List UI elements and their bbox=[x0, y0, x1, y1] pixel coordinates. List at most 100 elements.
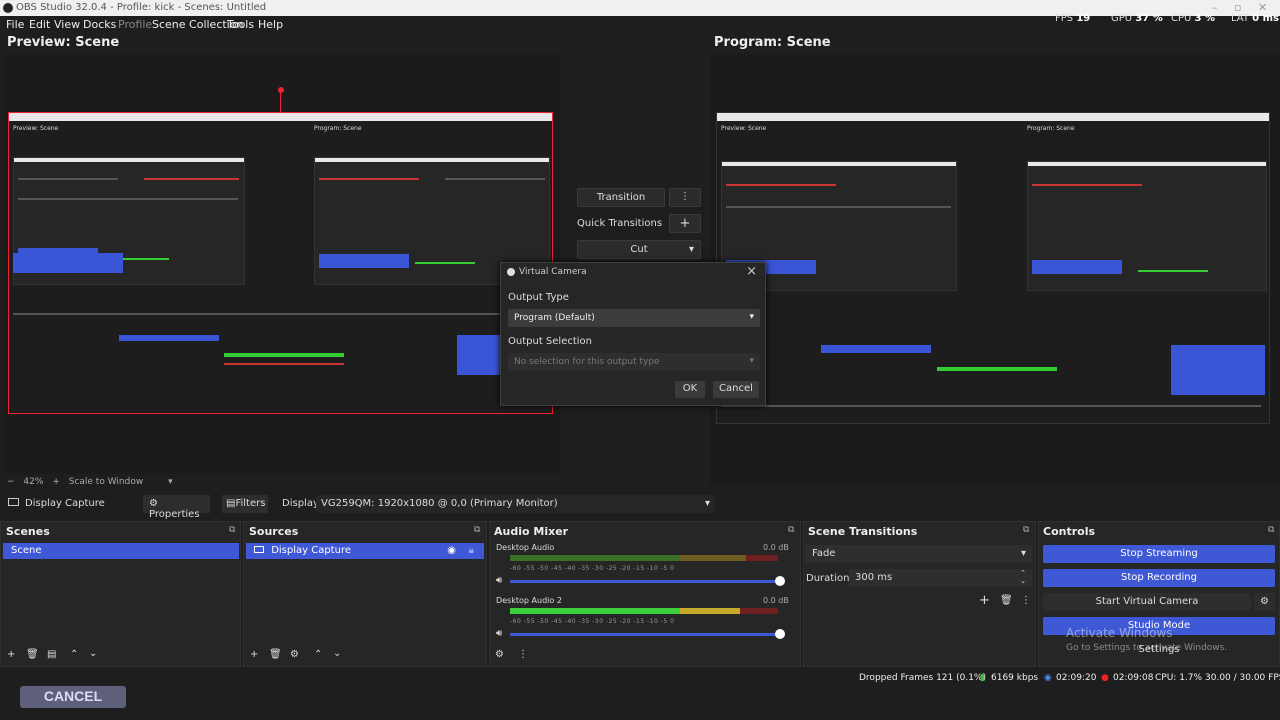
preview-canvas[interactable]: Preview: Scene Program: Scene bbox=[5, 54, 560, 474]
display-select[interactable]: VG259QM: 1920x1080 @ 0,0 (Primary Monito… bbox=[316, 495, 714, 513]
dialog-close-icon[interactable]: × bbox=[746, 264, 757, 279]
scene-transitions-dock: Scene Transitions ⧉ Fade ▾ Duration 300 … bbox=[803, 521, 1036, 667]
overlay-cancel-button[interactable]: CANCEL bbox=[20, 686, 126, 708]
undock-icon[interactable]: ⧉ bbox=[229, 525, 235, 535]
quick-transitions-label: Quick Transitions bbox=[577, 218, 663, 229]
move-up-icon[interactable]: ⌃ bbox=[70, 649, 78, 660]
speaker-icon[interactable]: 🔊︎ bbox=[496, 628, 502, 639]
move-down-icon[interactable]: ⌄ bbox=[333, 648, 341, 659]
output-selection-select[interactable]: No selection for this output type ▾ bbox=[508, 353, 760, 371]
zoom-minus-icon[interactable]: − bbox=[7, 477, 15, 487]
cut-transition[interactable]: Cut ▾ bbox=[577, 240, 701, 259]
scale-mode[interactable]: Scale to Window bbox=[69, 477, 143, 487]
menu-file[interactable]: File bbox=[6, 18, 24, 31]
transition-menu-icon[interactable]: ⋮ bbox=[669, 188, 701, 207]
dialog-title: Virtual Camera bbox=[519, 267, 587, 277]
ok-button[interactable]: OK bbox=[675, 381, 705, 398]
cancel-button[interactable]: Cancel bbox=[713, 381, 759, 398]
scene-filters-icon[interactable]: ▤ bbox=[47, 649, 56, 660]
channel-db: 0.0 dB bbox=[763, 596, 789, 605]
trash-icon[interactable]: 🗑 bbox=[1000, 595, 1013, 606]
undock-icon[interactable]: ⧉ bbox=[1268, 525, 1274, 535]
zoom-plus-icon[interactable]: + bbox=[52, 477, 60, 487]
zoom-value: 42% bbox=[23, 477, 44, 487]
start-virtual-camera-button[interactable]: Start Virtual Camera bbox=[1043, 593, 1251, 611]
menu-edit[interactable]: Edit bbox=[29, 18, 50, 31]
sources-title: Sources bbox=[249, 525, 299, 538]
nested-green bbox=[937, 367, 1057, 371]
menu-help[interactable]: Help bbox=[258, 18, 283, 31]
chevron-down-icon: ▾ bbox=[749, 356, 754, 366]
move-up-icon[interactable]: ⌃ bbox=[314, 649, 322, 660]
source-item[interactable]: Display Capture ◉ 🔒︎ bbox=[246, 543, 484, 559]
chevron-down-icon[interactable]: ▾ bbox=[168, 477, 173, 487]
meter-ticks: -60 -55 -50 -45 -40 -35 -30 -25 -20 -15 … bbox=[510, 565, 675, 572]
undock-icon[interactable]: ⧉ bbox=[474, 525, 480, 535]
audio-mixer-title: Audio Mixer bbox=[494, 525, 569, 538]
filters-button[interactable]: ▤Filters bbox=[222, 495, 268, 513]
menu-tools[interactable]: Tools bbox=[227, 18, 254, 31]
virtual-camera-settings-icon[interactable]: ⚙ bbox=[1254, 593, 1275, 611]
bitrate: 6169 kbps bbox=[991, 673, 1039, 683]
fps-label: FPS bbox=[1055, 13, 1074, 24]
lock-icon[interactable]: 🔒︎ bbox=[469, 545, 474, 556]
duration-input[interactable]: 300 ms ⌃ ⌄ bbox=[849, 569, 1032, 587]
add-transition-icon[interactable]: + bbox=[979, 593, 990, 608]
menu-docks[interactable]: Docks bbox=[83, 18, 116, 31]
gear-icon: ⚙ bbox=[149, 498, 158, 509]
stepper-icon[interactable]: ⌃ ⌄ bbox=[1020, 569, 1026, 585]
virtual-camera-dialog: Virtual Camera × Output Type Program (De… bbox=[500, 262, 766, 406]
add-scene-icon[interactable]: + bbox=[7, 649, 15, 660]
controls-title: Controls bbox=[1043, 525, 1096, 538]
audio-menu-icon[interactable]: ⋮ bbox=[518, 649, 528, 660]
scenes-title: Scenes bbox=[6, 525, 50, 538]
trash-icon[interactable]: 🗑 bbox=[269, 649, 282, 660]
properties-button[interactable]: ⚙ Properties bbox=[143, 495, 210, 520]
audio-mixer-dock: Audio Mixer ⧉ Desktop Audio 0.0 dB -60 -… bbox=[489, 521, 801, 667]
duration-label: Duration bbox=[806, 573, 850, 584]
nested-blue bbox=[1171, 345, 1265, 395]
record-icon: ● bbox=[1101, 673, 1109, 683]
output-type-select[interactable]: Program (Default) ▾ bbox=[508, 309, 760, 327]
move-down-icon[interactable]: ⌄ bbox=[89, 648, 97, 659]
eye-icon[interactable]: ◉ bbox=[447, 545, 456, 556]
nested-line bbox=[1032, 184, 1142, 186]
speaker-icon[interactable]: 🔊︎ bbox=[496, 575, 502, 586]
volume-knob[interactable] bbox=[775, 629, 785, 639]
undock-icon[interactable]: ⧉ bbox=[1023, 525, 1029, 535]
gpu-value: 37 % bbox=[1135, 13, 1163, 24]
volume-knob[interactable] bbox=[775, 576, 785, 586]
stop-recording-button[interactable]: Stop Recording bbox=[1043, 569, 1275, 587]
channel-name: Desktop Audio 2 bbox=[496, 596, 562, 605]
scene-item[interactable]: Scene bbox=[3, 543, 239, 559]
source-toolbar: Display Capture ⚙ Properties ▤Filters Di… bbox=[0, 494, 1280, 520]
menu-view[interactable]: View bbox=[54, 18, 80, 31]
duration-value: 300 ms bbox=[855, 572, 893, 583]
trash-icon[interactable]: 🗑 bbox=[26, 649, 39, 660]
record-time: 02:09:08 bbox=[1113, 673, 1154, 683]
transition-type-select[interactable]: Fade ▾ bbox=[806, 545, 1032, 563]
source-properties-icon[interactable]: ⚙ bbox=[290, 649, 299, 660]
latency-stat: LAT 0 ms bbox=[1231, 13, 1279, 24]
stream-icon: ◉ bbox=[1044, 673, 1052, 683]
audio-settings-icon[interactable]: ⚙ bbox=[495, 649, 504, 660]
stream-time: 02:09:20 bbox=[1056, 673, 1097, 683]
add-source-icon[interactable]: + bbox=[250, 649, 258, 660]
output-selection-placeholder: No selection for this output type bbox=[514, 357, 660, 367]
volume-slider[interactable] bbox=[510, 580, 778, 583]
scenes-dock: Scenes ⧉ Scene + 🗑 ▤ ⌃ ⌄ bbox=[0, 521, 241, 667]
selection-box[interactable] bbox=[8, 112, 553, 414]
cpu-value: 3 % bbox=[1194, 13, 1215, 24]
add-quick-transition-icon[interactable]: + bbox=[669, 214, 701, 233]
gpu-stat: GPU 37 % bbox=[1111, 13, 1163, 24]
program-canvas: Preview: Scene Program: Scene bbox=[710, 54, 1280, 486]
undock-icon[interactable]: ⧉ bbox=[788, 525, 794, 535]
chevron-down-icon: ▾ bbox=[749, 312, 754, 322]
menu-profile[interactable]: Profile bbox=[118, 18, 152, 31]
rotation-handle[interactable] bbox=[278, 87, 284, 93]
transition-button[interactable]: Transition bbox=[577, 188, 665, 207]
stop-streaming-button[interactable]: Stop Streaming bbox=[1043, 545, 1275, 563]
transition-menu-icon[interactable]: ⋮ bbox=[1021, 595, 1031, 606]
lat-value: 0 ms bbox=[1252, 13, 1279, 24]
volume-slider[interactable] bbox=[510, 633, 778, 636]
